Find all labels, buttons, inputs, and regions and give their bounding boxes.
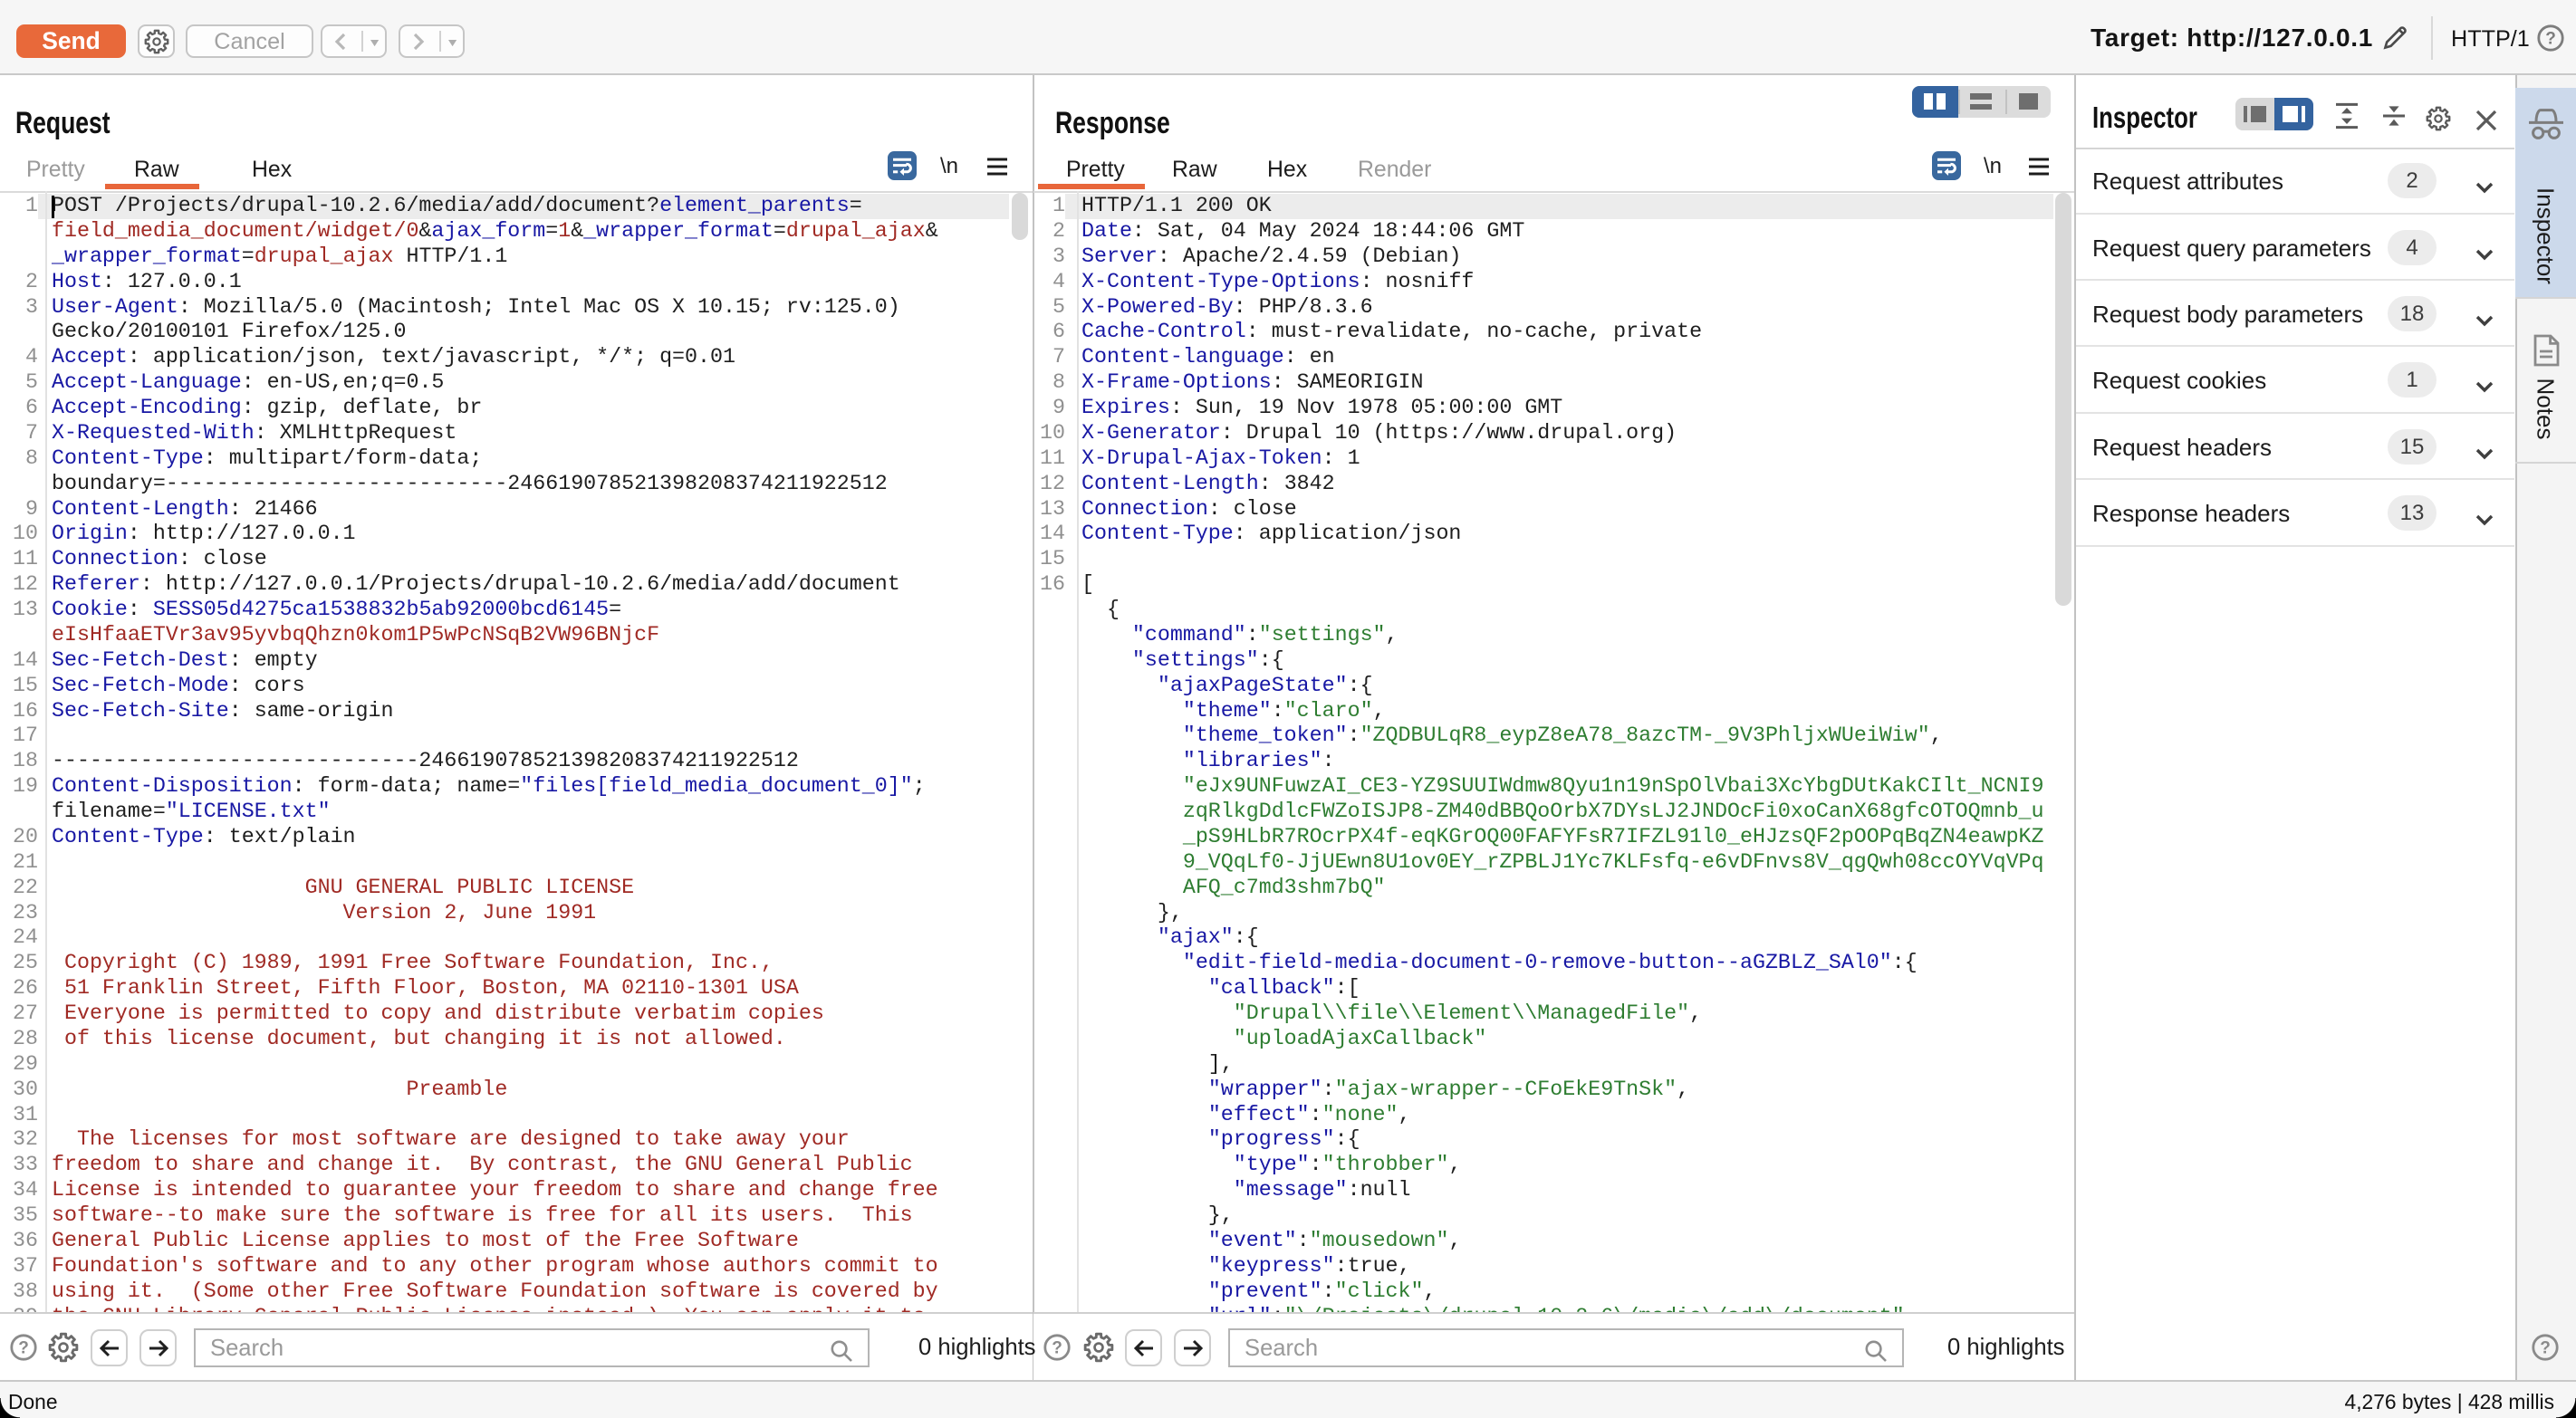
svg-text:?: ? [1052, 1338, 1062, 1357]
svg-text:?: ? [2540, 1338, 2551, 1357]
svg-text:?: ? [18, 1338, 29, 1357]
svg-text:?: ? [2545, 29, 2556, 48]
